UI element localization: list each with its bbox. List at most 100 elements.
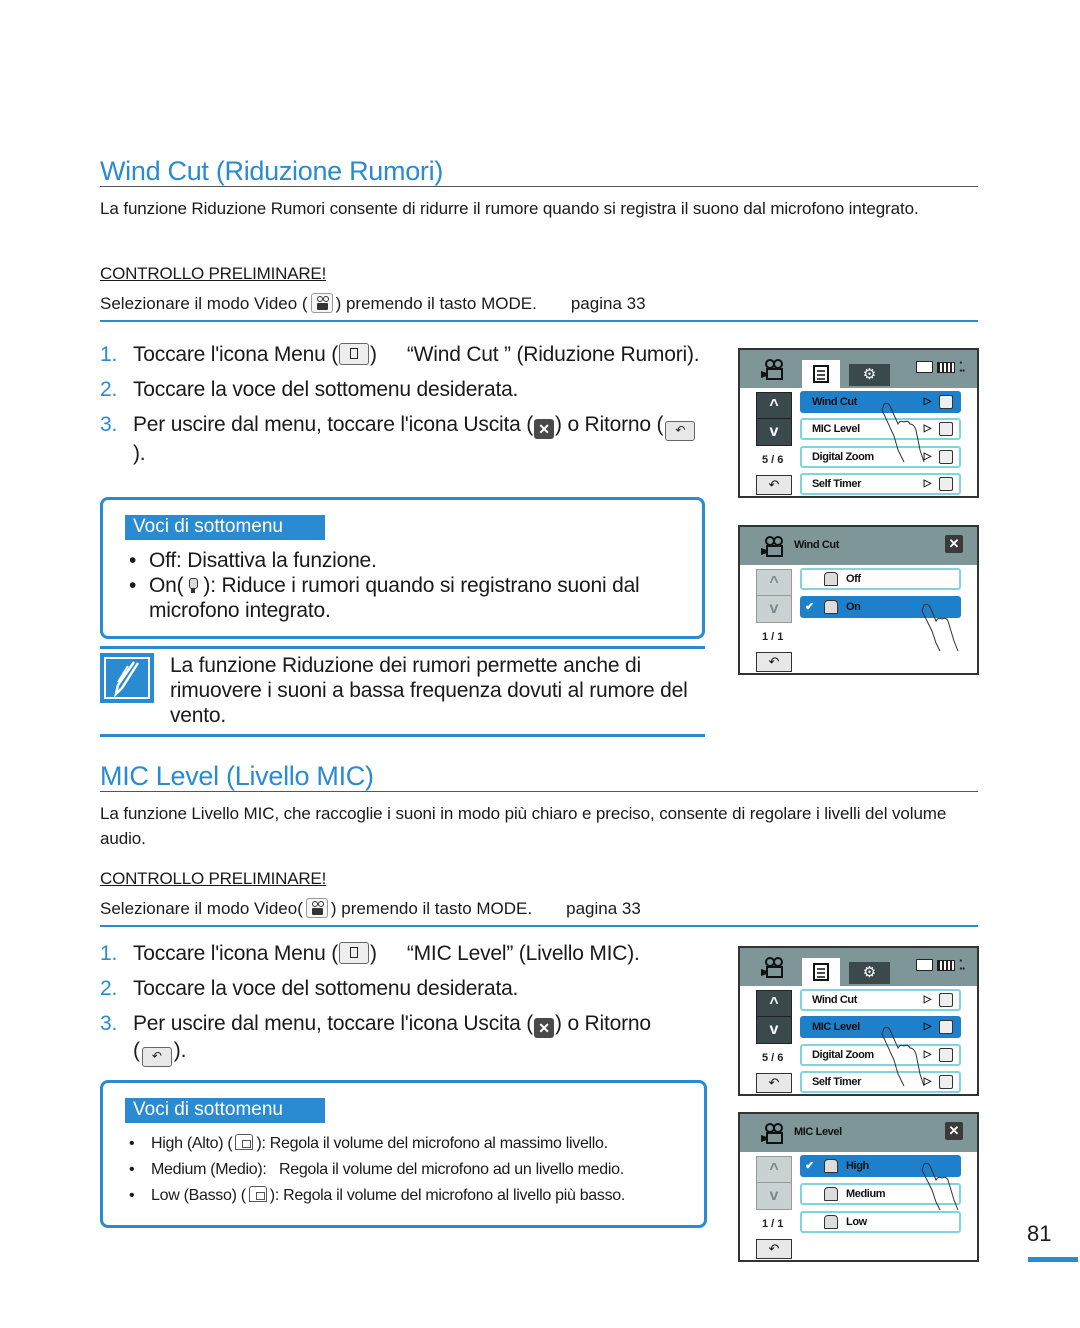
scroll-arrows: ^ v	[756, 990, 792, 1044]
scroll-arrows: ^ v	[756, 569, 792, 623]
menu-item-mic-level[interactable]: MIC Level ▷	[800, 418, 961, 440]
menu-tab[interactable]	[802, 958, 840, 986]
page-indicator: 5 / 6	[762, 454, 784, 466]
menu-item-label: Digital Zoom	[812, 1049, 874, 1061]
option-label: Low	[846, 1216, 867, 1228]
submenu-text: ): Regola il volume del microfono al liv…	[269, 1187, 626, 1204]
step-text: )	[370, 343, 377, 366]
submenu-item-on: • On(): Riduce i rumori quando si registr…	[129, 574, 640, 622]
video-camera-icon	[761, 957, 783, 978]
back-button[interactable]: ↶	[756, 652, 792, 672]
step-number: 1.	[100, 343, 118, 366]
option-on[interactable]: ✔ On	[800, 596, 961, 618]
submenu-title: Voci di sottomenu	[125, 515, 325, 540]
menu-icon	[339, 343, 370, 365]
scroll-up-button[interactable]: ^	[757, 393, 791, 419]
exit-button[interactable]: ✕	[945, 535, 963, 553]
menu-item-self-timer[interactable]: Self Timer ▷	[800, 473, 961, 495]
back-button[interactable]: ↶	[756, 1239, 792, 1259]
menu-tab[interactable]	[802, 360, 840, 388]
menu-item-label: MIC Level	[812, 1021, 860, 1033]
exit-button[interactable]: ✕	[945, 1122, 963, 1140]
status-icons: ▪ ▪▪	[916, 957, 965, 973]
step-text: Toccare la voce del sottomenu desiderata…	[133, 977, 519, 1000]
mic-level-prelim-heading: CONTROLLO PRELIMINARE!	[100, 869, 327, 888]
step-text: ).	[133, 442, 146, 465]
wind-cut-icon	[824, 572, 838, 586]
screen-title: Wind Cut	[794, 539, 839, 551]
screen-title: MIC Level	[794, 1126, 842, 1138]
back-button[interactable]: ↶	[756, 1073, 792, 1093]
page-number: 81	[1027, 1221, 1052, 1246]
digital-zoom-icon	[939, 450, 953, 464]
scroll-down-button[interactable]: v	[757, 1017, 791, 1043]
video-mode-icon	[305, 898, 328, 918]
scroll-down-button[interactable]: v	[757, 596, 791, 622]
camera-screen-wind-cut-options: Wind Cut ✕ ^ v 1 / 1 ↶ Off ✔ On	[738, 525, 979, 675]
mic-low-icon	[824, 1215, 838, 1229]
check-icon: ✔	[805, 1160, 814, 1172]
menu-item-digital-zoom[interactable]: Digital Zoom ▷	[800, 1044, 961, 1066]
option-label: High	[846, 1160, 869, 1172]
submenu-item-low: • Low (Basso) (): Regola il volume del mi…	[129, 1186, 626, 1204]
step: 2. Toccare la voce del sottomenu desider…	[100, 976, 720, 1002]
scroll-up-button[interactable]: ^	[757, 1157, 791, 1183]
option-label: Medium	[846, 1188, 886, 1200]
video-camera-icon	[761, 1123, 783, 1144]
menu-item-label: Wind Cut	[812, 994, 857, 1006]
submenu-text: On(	[149, 574, 184, 597]
settings-tab[interactable]: ⚙	[849, 364, 890, 386]
wind-cut-icon	[939, 395, 953, 409]
submenu-text: Low (Basso) (	[151, 1187, 246, 1204]
camera-screen-mic-level-options: MIC Level ✕ ^ v 1 / 1 ↶ ✔ High Medium Low	[738, 1112, 979, 1262]
arrow-icon: ▷	[923, 994, 932, 1005]
step: 1. Toccare l'icona Menu () “Wind Cut ” (R…	[100, 342, 700, 368]
mic-level-icon	[939, 1020, 953, 1034]
check-icon: ✔	[805, 601, 814, 613]
battery-icon	[937, 361, 956, 373]
menu-item-digital-zoom[interactable]: Digital Zoom ▷	[800, 446, 961, 468]
camera-screen-menu-mic-level: ⚙ ▪ ▪▪ ^ v 5 / 6 ↶ Wind Cut ▷ MIC Level ▷ D…	[738, 946, 979, 1096]
step-text: Toccare l'icona Menu (	[133, 343, 339, 366]
self-timer-icon	[939, 477, 953, 491]
option-off[interactable]: Off	[800, 568, 961, 590]
option-label: On	[846, 601, 861, 613]
self-timer-icon	[939, 1075, 953, 1089]
section-title-wind-cut: Wind Cut (Riduzione Rumori)	[100, 156, 978, 187]
menu-item-label: Self Timer	[812, 1076, 861, 1088]
scroll-up-button[interactable]: ^	[757, 570, 791, 596]
menu-item-wind-cut[interactable]: Wind Cut ▷	[800, 391, 961, 413]
submenu-text: ): Regola il volume del microfono al mas…	[256, 1135, 608, 1152]
digital-zoom-icon	[939, 1048, 953, 1062]
menu-item-self-timer[interactable]: Self Timer ▷	[800, 1071, 961, 1093]
exit-icon: ✕	[534, 419, 555, 439]
option-medium[interactable]: Medium	[800, 1183, 961, 1205]
wind-cut-icon	[939, 993, 953, 1007]
option-low[interactable]: Low	[800, 1211, 961, 1233]
wind-cut-intro: La funzione Riduzione Rumori consente di…	[100, 199, 919, 218]
scroll-up-button[interactable]: ^	[757, 991, 791, 1017]
menu-item-label: Wind Cut	[812, 396, 857, 408]
menu-item-mic-level[interactable]: MIC Level ▷	[800, 1016, 961, 1038]
submenu-text: Off: Disattiva la funzione.	[149, 549, 377, 572]
memory-card-icon	[916, 361, 934, 373]
note-pencil-icon	[100, 653, 154, 703]
wind-cut-icon	[824, 600, 838, 614]
screen-header: ⚙ ▪ ▪▪	[740, 948, 977, 986]
back-button[interactable]: ↶	[756, 475, 792, 495]
note-text: La funzione Riduzione dei rumori permett…	[170, 654, 688, 727]
scroll-down-button[interactable]: v	[757, 1183, 791, 1209]
scroll-down-button[interactable]: v	[757, 419, 791, 445]
menu-item-wind-cut[interactable]: Wind Cut ▷	[800, 989, 961, 1011]
menu-item-label: Digital Zoom	[812, 451, 874, 463]
step: 2. Toccare la voce del sottomenu desider…	[100, 377, 700, 403]
option-high[interactable]: ✔ High	[800, 1155, 961, 1177]
settings-tab[interactable]: ⚙	[849, 962, 890, 984]
mic-low-icon	[248, 1186, 267, 1202]
mic-level-status-icon: ▪ ▪▪	[959, 358, 965, 375]
page-indicator: 5 / 6	[762, 1052, 784, 1064]
wind-cut-prelim-heading: CONTROLLO PRELIMINARE!	[100, 264, 327, 283]
submenu-title: Voci di sottomenu	[125, 1098, 325, 1123]
camera-screen-menu-wind-cut: ⚙ ▪ ▪▪ ^ v 5 / 6 ↶ Wind Cut ▷ MIC Level ▷ D…	[738, 348, 979, 498]
step: 3. Per uscire dal menu, toccare l'icona …	[100, 1011, 660, 1067]
